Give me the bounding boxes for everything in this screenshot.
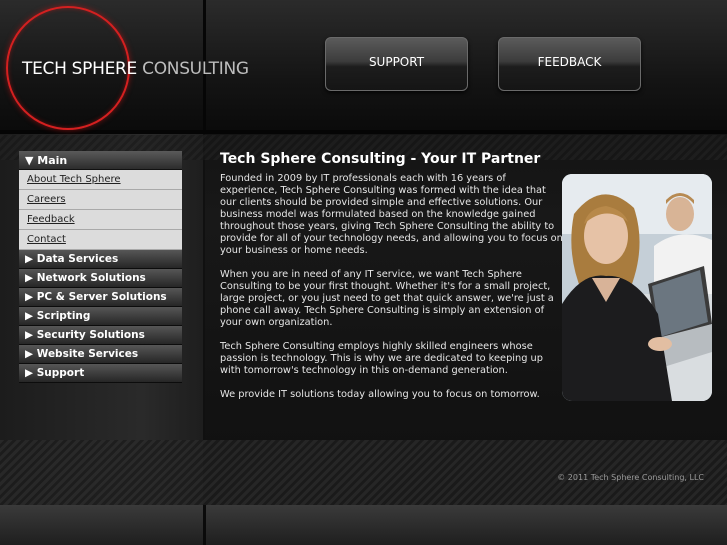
nav-link-contact[interactable]: Contact xyxy=(19,230,182,250)
support-button[interactable]: SUPPORT xyxy=(325,37,468,91)
nav-section-security-solutions[interactable]: ▶ Security Solutions xyxy=(19,326,182,345)
nav-link-careers[interactable]: Careers xyxy=(19,190,182,210)
logo-text-primary: TECH SPHERE xyxy=(22,59,138,79)
nav-section-support[interactable]: ▶ Support xyxy=(19,364,182,383)
team-photo xyxy=(562,174,712,401)
engineers-paragraph: Tech Sphere Consulting employs highly sk… xyxy=(220,341,543,376)
feedback-button[interactable]: FEEDBACK xyxy=(498,37,641,91)
logo-text-secondary: CONSULTING xyxy=(142,59,249,79)
nav-section-website-services[interactable]: ▶ Website Services xyxy=(19,345,182,364)
nav-link-about[interactable]: About Tech Sphere xyxy=(19,170,182,190)
nav-link-feedback[interactable]: Feedback xyxy=(19,210,182,230)
nav-section-scripting[interactable]: ▶ Scripting xyxy=(19,307,182,326)
logo[interactable]: TECH SPHERE CONSULTING xyxy=(22,59,249,79)
bottom-band xyxy=(0,505,727,545)
intro-paragraph: Founded in 2009 by IT professionals each… xyxy=(220,173,563,256)
closing-paragraph: We provide IT solutions today allowing y… xyxy=(220,389,540,400)
footer-copyright: © 2011 Tech Sphere Consulting, LLC xyxy=(557,473,704,482)
nav-section-data-services[interactable]: ▶ Data Services xyxy=(19,250,182,269)
service-paragraph: When you are in need of any IT service, … xyxy=(220,269,554,328)
nav-main-header[interactable]: ▼ Main xyxy=(19,151,182,170)
page-title: Tech Sphere Consulting - Your IT Partner xyxy=(220,151,541,167)
main-content: Founded in 2009 by IT professionals each… xyxy=(220,173,565,413)
nav-section-pc-server-solutions[interactable]: ▶ PC & Server Solutions xyxy=(19,288,182,307)
sidebar-nav: ▼ Main About Tech Sphere Careers Feedbac… xyxy=(19,151,182,383)
nav-section-network-solutions[interactable]: ▶ Network Solutions xyxy=(19,269,182,288)
